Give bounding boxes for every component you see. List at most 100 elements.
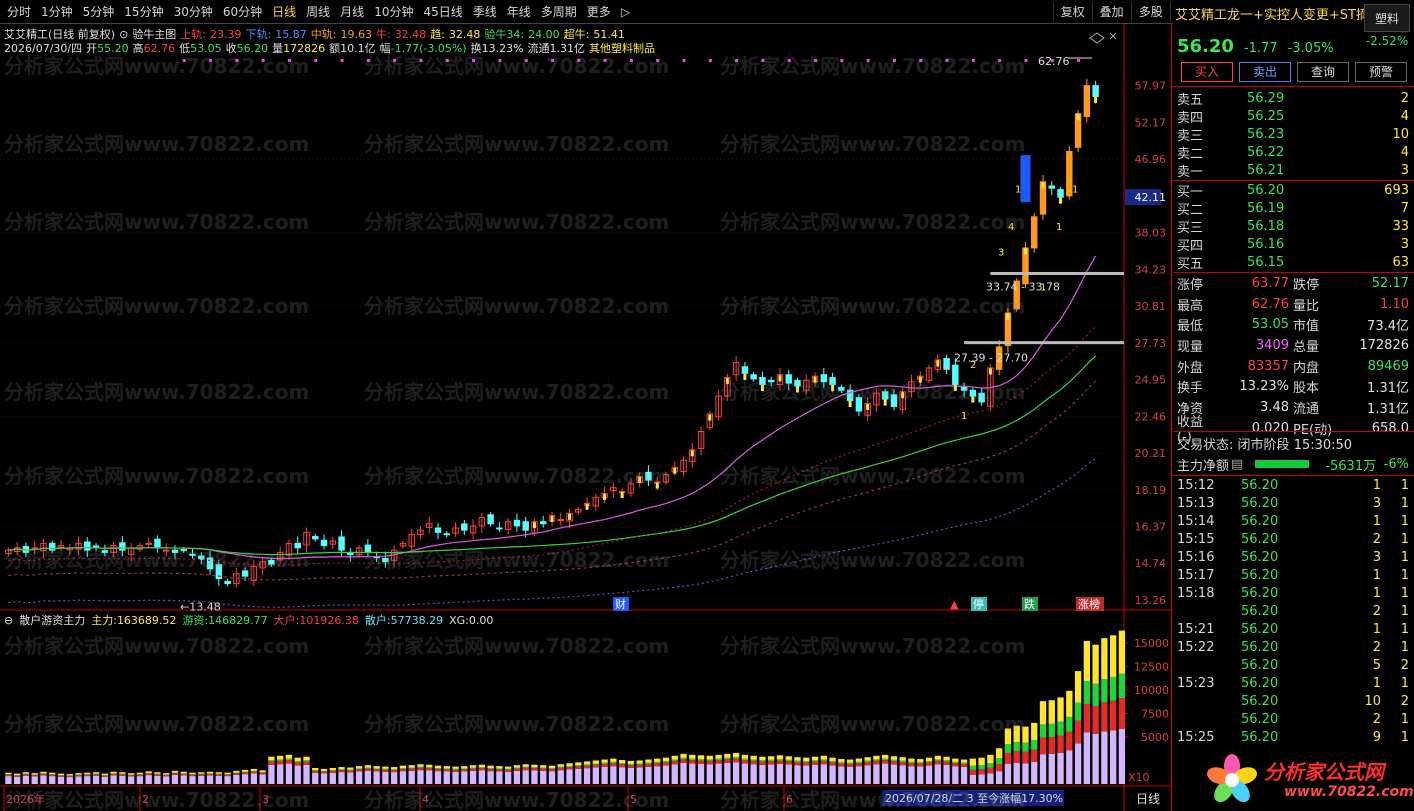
volume-bar-segment [478, 768, 486, 771]
signal-dot [840, 59, 844, 62]
volume-bar-segment [320, 771, 328, 774]
volume-tick-label: 5000 [1141, 731, 1169, 744]
volume-bar-segment [391, 770, 398, 773]
collapse-icon[interactable]: ⊖ [4, 614, 13, 627]
netflow-label: 主力净额 [1177, 458, 1230, 474]
volume-bar-segment [57, 773, 65, 775]
kline-svg[interactable]: 57.97 52.17 46.96 42.11 38.03 34.23 30.81 27.73… [0, 24, 1172, 811]
volume-bar-segment [66, 775, 73, 778]
volume-bar-segment [934, 755, 941, 760]
volume-bar-segment [1013, 741, 1020, 752]
volume-bar-segment [917, 766, 924, 784]
period-tab[interactable]: 5分钟 [78, 0, 120, 24]
signal-dot [551, 59, 554, 62]
tool-button[interactable]: 叠加 [1091, 2, 1131, 22]
volume-bar-segment [1118, 630, 1126, 674]
tick-list[interactable]: 15:12 56.20 1 1 15:13 56.20 3 1 15:14 56.20 1 1 15:1… [1177, 476, 1409, 746]
period-tab[interactable]: 45日线 [418, 0, 467, 24]
orderbook-volume: 2 [1400, 90, 1409, 106]
volume-bar-segment [890, 761, 898, 765]
period-tab[interactable]: 日线 [267, 0, 301, 24]
volume-bar-segment [22, 772, 30, 774]
tick-price: 56.20 [1241, 477, 1279, 493]
volume-bar-segment [978, 769, 985, 775]
stock-name-title: 艾艾精工龙一+实控人变更+ST摘帽 [1175, 8, 1371, 23]
retail-value: 57738.29 [390, 614, 444, 627]
period-tab[interactable]: 月线 [335, 0, 369, 24]
period-tab[interactable]: 周线 [301, 0, 335, 24]
volume-bar-segment [969, 769, 977, 775]
volume-bar-segment [329, 770, 336, 773]
signal-dot [682, 59, 686, 62]
period-tab[interactable]: 分时 [2, 0, 36, 24]
bull-marker [725, 378, 729, 385]
query-button[interactable]: 查询 [1297, 62, 1349, 82]
period-tab[interactable]: 更多 [582, 0, 616, 24]
volume-bar-segment [189, 774, 196, 777]
volume-bar-segment [636, 760, 643, 764]
volume-bar-segment [241, 771, 249, 773]
status-label: 交易状态: [1177, 438, 1234, 453]
bull-marker [655, 482, 659, 489]
volume-bar-segment [198, 773, 205, 775]
volume-bar-segment [487, 771, 494, 784]
period-tab[interactable]: 多周期 [536, 0, 582, 24]
candle-body [434, 527, 442, 533]
kline-chart[interactable]: 57.97 52.17 46.96 42.11 38.03 34.23 30.81 27.73… [0, 24, 1172, 811]
bull-marker [1059, 197, 1063, 204]
bull-marker [568, 513, 572, 520]
period-tab[interactable]: 15分钟 [119, 0, 168, 24]
volume-bar-segment [469, 767, 477, 769]
volume-bar-segment [548, 768, 556, 772]
tool-button[interactable]: 多股 [1130, 2, 1170, 22]
bull-marker [603, 493, 607, 500]
list-icon[interactable]: ▤ [1231, 457, 1243, 472]
period-tab[interactable]: 季线 [468, 0, 502, 24]
last-price: 56.20 [1177, 36, 1234, 57]
ask-book: 卖五 56.29 2 卖四 56.25 4 卖三 56.23 10 卖二 56.22 4 卖一 56.21… [1177, 89, 1409, 180]
sub-indicator-name[interactable]: 散户游资主力 [19, 612, 85, 628]
volume-bar-segment [750, 755, 757, 760]
stat-label: 市值 [1293, 319, 1320, 335]
period-tab[interactable]: 60分钟 [218, 0, 267, 24]
volume-bar-segment [1092, 644, 1099, 684]
buy-button[interactable]: 买入 [1181, 62, 1233, 82]
volume-unit-label: X10 [1128, 771, 1150, 784]
volume-bar-segment [40, 773, 47, 776]
volume-bar-segment [531, 768, 538, 771]
more-arrow-icon[interactable]: ▷ [616, 0, 635, 24]
volume-bar-segment [794, 757, 801, 761]
sector-button[interactable]: 塑料 [1364, 4, 1410, 32]
quote-panel: 艾艾精工龙一+实控人变更+ST摘帽 塑料 56.20 -1.77 -3.05% … [1173, 0, 1414, 811]
volume-bar-segment [163, 773, 170, 775]
volume-bar-segment [426, 764, 433, 768]
tick-price: 56.20 [1241, 603, 1279, 619]
volume-bar-segment [233, 770, 240, 773]
stat-row: 最高 62.76 量比 1.10 [1177, 294, 1409, 315]
volume-bar-segment [697, 755, 705, 760]
volume-bar-segment [680, 762, 687, 784]
quote-stats: 涨停 63.77 跌停 52.17 最高 62.76 量比 1.10 最低 53.05 市值 73.4… [1177, 273, 1409, 445]
period-tab[interactable]: 10分钟 [369, 0, 418, 24]
sector-name[interactable]: 其他塑料制品 [589, 40, 655, 56]
volume-bar-segment [768, 759, 775, 762]
price-line: 56.20 -1.77 -3.05% [1177, 36, 1334, 57]
date-label: 2 [142, 793, 149, 806]
indicator-toggle-icon[interactable]: ⊙ [119, 28, 128, 41]
close-label: 收 [225, 42, 237, 55]
retail-label: 散户: [364, 614, 391, 627]
tool-button[interactable]: 复权 [1052, 2, 1092, 22]
site-logo: 分析家公式网 www.70822.com [1198, 752, 1414, 808]
orderbook-level: 卖四 [1177, 110, 1204, 126]
volume-bar-segment [434, 765, 442, 769]
volume-bar-segment [5, 776, 12, 784]
volume-tick-label: 12500 [1134, 660, 1169, 673]
alert-button[interactable]: 预警 [1355, 62, 1407, 82]
signal-dot [577, 59, 581, 62]
sell-button[interactable]: 卖出 [1239, 62, 1291, 82]
volume-bar-segment [268, 761, 275, 765]
period-tab[interactable]: 1分钟 [36, 0, 78, 24]
volume-bar-segment [890, 759, 898, 762]
period-tab[interactable]: 年线 [502, 0, 536, 24]
period-tab[interactable]: 30分钟 [169, 0, 218, 24]
